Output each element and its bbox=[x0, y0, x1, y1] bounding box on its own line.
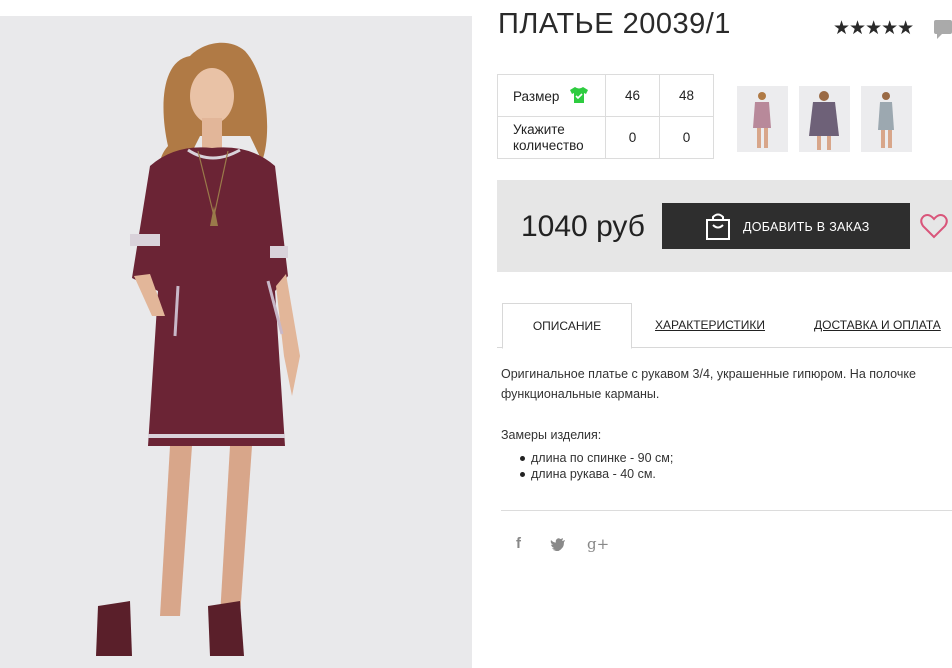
tab-delivery-payment[interactable]: ДОСТАВКА И ОПЛАТА bbox=[814, 303, 941, 347]
quantity-row: Укажите количество 0 0 bbox=[497, 116, 714, 159]
favorite-heart-icon[interactable] bbox=[920, 213, 948, 239]
rating-stars-icon[interactable]: ★★★★★ bbox=[833, 17, 914, 40]
measure-item: длина по спинке - 90 см; bbox=[501, 450, 673, 466]
quantity-label: Укажите количество bbox=[497, 116, 606, 159]
add-to-order-button[interactable]: ДОБАВИТЬ В ЗАКАЗ bbox=[662, 203, 910, 249]
measures-list: длина по спинке - 90 см; длина рукава - … bbox=[501, 450, 673, 482]
measure-item: длина рукава - 40 см. bbox=[501, 466, 673, 482]
add-to-order-label: ДОБАВИТЬ В ЗАКАЗ bbox=[743, 220, 870, 234]
description-text: Оригинальное платье с рукавом 3/4, украш… bbox=[501, 367, 916, 401]
twitter-icon[interactable] bbox=[550, 538, 566, 551]
quantity-46-input[interactable]: 0 bbox=[605, 116, 660, 159]
thumbnail-2[interactable] bbox=[799, 86, 850, 152]
tab-description[interactable]: ОПИСАНИЕ bbox=[502, 303, 632, 349]
size-row: Размер 46 48 bbox=[497, 74, 714, 117]
quantity-48-input[interactable]: 0 bbox=[659, 116, 714, 159]
buy-box: 1040 руб ДОБАВИТЬ В ЗАКАЗ bbox=[497, 180, 952, 272]
divider bbox=[501, 510, 952, 511]
thumbnail-1[interactable] bbox=[737, 86, 788, 152]
thumbnail-3[interactable] bbox=[861, 86, 912, 152]
product-tabs: ОПИСАНИЕ ХАРАКТЕРИСТИКИ ДОСТАВКА И ОПЛАТ… bbox=[497, 303, 952, 349]
description-text-block: Оригинальное платье с рукавом 3/4, украш… bbox=[501, 364, 952, 404]
tab-characteristics[interactable]: ХАРАКТЕРИСТИКИ bbox=[655, 303, 765, 347]
size-chart-shirt-icon[interactable] bbox=[569, 86, 589, 104]
size-table: Размер 46 48 Укажите количество 0 0 bbox=[497, 74, 714, 159]
google-plus-icon[interactable]: g+ bbox=[587, 535, 609, 553]
price: 1040 руб bbox=[521, 210, 645, 243]
product-title: ПЛАТЬЕ 20039/1 bbox=[498, 8, 731, 40]
comment-icon[interactable] bbox=[934, 20, 952, 39]
size-label: Размер bbox=[513, 89, 560, 104]
main-product-photo[interactable] bbox=[0, 16, 472, 668]
size-48[interactable]: 48 bbox=[659, 74, 714, 117]
size-46[interactable]: 46 bbox=[605, 74, 660, 117]
facebook-icon[interactable]: f bbox=[516, 535, 521, 552]
measures-title: Замеры изделия: bbox=[501, 428, 602, 442]
shopping-bag-icon bbox=[706, 213, 730, 240]
size-label-cell: Размер bbox=[497, 74, 606, 117]
